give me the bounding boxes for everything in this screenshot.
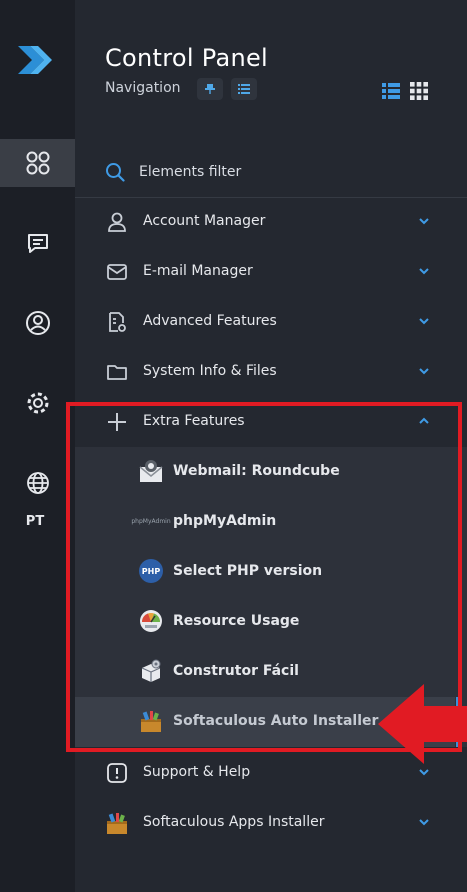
menu-advanced-features[interactable]: Advanced Features	[75, 297, 467, 347]
menu-account-manager[interactable]: Account Manager	[75, 197, 467, 247]
globe-icon	[26, 472, 49, 494]
left-rail: PT	[0, 0, 75, 892]
elements-filter[interactable]: Elements filter	[105, 158, 241, 186]
menu-label: Advanced Features	[143, 313, 277, 329]
softaculous-apps-icon	[105, 811, 129, 835]
list-icon	[238, 84, 250, 94]
chevron-down-icon	[419, 368, 429, 375]
list-view-icon[interactable]	[382, 82, 400, 100]
filter-label: Elements filter	[139, 164, 242, 180]
menu-label: E-mail Manager	[143, 263, 253, 279]
chat-icon	[27, 234, 48, 253]
rail-language[interactable]	[0, 459, 75, 507]
chevron-down-icon	[419, 769, 429, 776]
rail-dashboard[interactable]	[0, 139, 75, 187]
list-toggle-button[interactable]	[231, 78, 257, 100]
menu-system-info[interactable]: System Info & Files	[75, 347, 467, 397]
envelope-icon	[105, 260, 129, 284]
pin-icon	[205, 84, 215, 94]
chevron-down-icon	[419, 318, 429, 325]
rail-profile[interactable]	[0, 299, 75, 347]
navigation-subtitle: Navigation	[105, 80, 181, 96]
page-title: Control Panel	[105, 44, 269, 72]
chevron-down-icon	[419, 268, 429, 275]
grid-view-icon[interactable]	[410, 82, 428, 100]
menu-label: Account Manager	[143, 213, 266, 229]
menu-label: Support & Help	[143, 764, 251, 780]
user-icon	[105, 210, 129, 234]
folder-icon	[105, 360, 129, 384]
menu-label: Softaculous Apps Installer	[143, 814, 325, 830]
menu-label: System Info & Files	[143, 363, 277, 379]
red-arrow-annotation	[378, 684, 467, 764]
pin-button[interactable]	[197, 78, 223, 100]
grid-apps-icon	[26, 151, 49, 175]
rail-settings[interactable]	[0, 379, 75, 427]
language-code[interactable]: PT	[0, 514, 70, 529]
document-settings-icon	[105, 310, 129, 334]
user-circle-icon	[25, 311, 50, 335]
gear-icon	[27, 392, 48, 414]
rail-messages[interactable]	[0, 219, 75, 267]
menu-email-manager[interactable]: E-mail Manager	[75, 247, 467, 297]
menu-softaculous-apps[interactable]: Softaculous Apps Installer	[75, 798, 467, 848]
alert-icon	[105, 761, 129, 785]
chevron-down-icon	[419, 218, 429, 225]
logo-icon	[18, 46, 52, 74]
search-icon	[106, 163, 125, 182]
chevron-down-icon	[419, 819, 429, 826]
